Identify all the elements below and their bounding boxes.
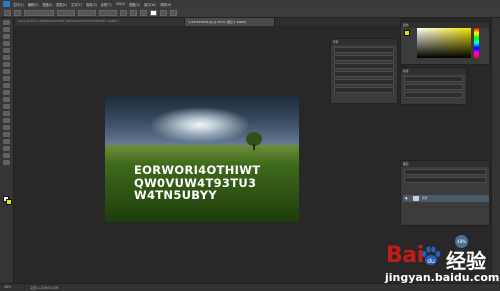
hue-slider[interactable] bbox=[474, 28, 479, 58]
maximize-icon[interactable]: □ bbox=[481, 1, 487, 18]
align-center-button[interactable] bbox=[130, 9, 137, 16]
gradient-tool-icon[interactable] bbox=[3, 97, 10, 102]
quick-select-tool-icon[interactable] bbox=[3, 41, 10, 46]
font-size-select[interactable] bbox=[78, 9, 96, 16]
document-size: 文档:1.12M/3.02M bbox=[30, 286, 59, 290]
layers-panel: 图层 ● 背景 bbox=[400, 160, 490, 226]
close-icon[interactable]: × bbox=[490, 1, 496, 18]
panel-dock-strip bbox=[491, 18, 500, 283]
menu-file[interactable]: 文件(F) bbox=[13, 2, 24, 7]
move-tool-icon[interactable] bbox=[3, 20, 10, 25]
marquee-tool-icon[interactable] bbox=[3, 27, 10, 32]
layers-panel-title[interactable]: 图层 bbox=[401, 161, 489, 167]
font-family-select[interactable] bbox=[24, 9, 54, 16]
pen-tool-icon[interactable] bbox=[3, 118, 10, 123]
layer-row-background[interactable]: ● 背景 bbox=[403, 195, 489, 202]
scale-field[interactable] bbox=[334, 71, 394, 77]
document-canvas[interactable]: EORWORI4OTHIWT QW0VUW4T93TU3 W4TN5UBYY bbox=[105, 95, 299, 222]
watermark-cn: 经验 bbox=[446, 249, 486, 273]
options-bar bbox=[0, 8, 500, 18]
text-style-buttons[interactable] bbox=[334, 79, 394, 85]
align-right-button[interactable] bbox=[140, 9, 147, 16]
character-panel-title[interactable]: 字符 bbox=[331, 39, 397, 45]
text-layer-content[interactable]: EORWORI4OTHIWT QW0VUW4T93TU3 W4TN5UBYY bbox=[134, 164, 260, 202]
character-panel: 字符 bbox=[330, 38, 398, 104]
hand-tool-icon[interactable] bbox=[3, 146, 10, 151]
warp-text-button[interactable] bbox=[160, 9, 167, 16]
ps-logo-icon bbox=[3, 1, 10, 7]
document-tabs: t2.jpg @ 48.5% (EORWORI4OTHIWT QW0VUW4T9… bbox=[15, 18, 400, 26]
font-style-select[interactable] bbox=[57, 9, 75, 16]
history-brush-tool-icon[interactable] bbox=[3, 83, 10, 88]
menu-image[interactable]: 图像(I) bbox=[43, 2, 53, 7]
font-size-field[interactable] bbox=[334, 55, 394, 61]
menu-bar: 文件(F) 编辑(E) 图像(I) 图层(L) 文字(Y) 选择(S) 滤镜(T… bbox=[0, 0, 500, 18]
paragraph-panel-title[interactable]: 段落 bbox=[401, 68, 466, 74]
paragraph-align-buttons[interactable] bbox=[404, 76, 463, 82]
minimize-icon[interactable]: – bbox=[472, 1, 478, 18]
watermark-brand: Bai bbox=[386, 243, 424, 268]
character-panel-toggle[interactable] bbox=[170, 9, 177, 16]
tab-document-2[interactable]: u=1875859930.jpg @ 48.5% (图层 1, RGB/8) bbox=[185, 18, 275, 26]
path-select-tool-icon[interactable] bbox=[3, 132, 10, 137]
photoshop-window: 文件(F) 编辑(E) 图像(I) 图层(L) 文字(Y) 选择(S) 滤镜(T… bbox=[0, 0, 500, 291]
zoom-tool-icon[interactable] bbox=[3, 153, 10, 158]
paw-logo-icon: du bbox=[421, 246, 441, 265]
orientation-toggle[interactable] bbox=[14, 9, 21, 16]
anti-alias-select[interactable] bbox=[99, 9, 117, 16]
color-panel: 颜色 bbox=[400, 21, 490, 65]
align-left-button[interactable] bbox=[120, 9, 127, 16]
layer-name: 背景 bbox=[422, 197, 428, 200]
menu-help[interactable]: 帮助(H) bbox=[160, 2, 171, 7]
zoom-level[interactable]: 48% bbox=[4, 285, 11, 289]
svg-text:du: du bbox=[427, 258, 435, 265]
menu-select[interactable]: 选择(S) bbox=[86, 2, 97, 7]
font-family-field[interactable] bbox=[334, 47, 394, 53]
blur-tool-icon[interactable] bbox=[3, 104, 10, 109]
clone-stamp-tool-icon[interactable] bbox=[3, 76, 10, 81]
crop-tool-icon[interactable] bbox=[3, 48, 10, 53]
menu-filter[interactable]: 滤镜(T) bbox=[101, 2, 112, 7]
eraser-tool-icon[interactable] bbox=[3, 90, 10, 95]
menu-view[interactable]: 视图(V) bbox=[129, 2, 140, 7]
tool-preset-picker[interactable] bbox=[4, 9, 11, 16]
language-select[interactable] bbox=[334, 87, 394, 93]
indent-field[interactable] bbox=[404, 84, 463, 90]
spacing-field[interactable] bbox=[404, 92, 463, 98]
sky-image bbox=[105, 95, 299, 147]
type-tool-icon[interactable] bbox=[3, 125, 10, 130]
lasso-tool-icon[interactable] bbox=[3, 34, 10, 39]
blend-mode-row[interactable] bbox=[404, 177, 486, 183]
shape-tool-icon[interactable] bbox=[3, 139, 10, 144]
color-picker-field[interactable] bbox=[417, 28, 471, 58]
watermark-url: jingyan.baidu.com bbox=[385, 271, 500, 284]
menu-type[interactable]: 文字(Y) bbox=[71, 2, 82, 7]
healing-brush-tool-icon[interactable] bbox=[3, 62, 10, 67]
menu-3d[interactable]: 3D(D) bbox=[116, 2, 125, 6]
edit-toolbar-icon[interactable] bbox=[3, 160, 10, 165]
tree-trunk-image bbox=[253, 144, 255, 150]
eyedropper-tool-icon[interactable] bbox=[3, 55, 10, 60]
menu-edit[interactable]: 编辑(E) bbox=[28, 2, 39, 7]
tools-panel bbox=[0, 18, 14, 283]
text-line-3: W4TN5UBYY bbox=[134, 188, 217, 202]
baidu-watermark: Bai du 经验 jingyan.baidu.com bbox=[380, 240, 499, 290]
tracking-field[interactable] bbox=[334, 63, 394, 69]
menu-layer[interactable]: 图层(L) bbox=[56, 2, 67, 7]
brush-tool-icon[interactable] bbox=[3, 69, 10, 74]
background-color-swatch[interactable] bbox=[6, 199, 12, 205]
tab-document-1[interactable]: t2.jpg @ 48.5% (EORWORI4OTHIWT QW0VUW4T9… bbox=[15, 18, 185, 26]
layer-filter-row[interactable] bbox=[404, 169, 486, 175]
text-color-swatch[interactable] bbox=[150, 9, 157, 16]
eye-icon[interactable]: ● bbox=[405, 196, 408, 200]
menu-window[interactable]: 窗口(W) bbox=[144, 2, 156, 7]
dodge-tool-icon[interactable] bbox=[3, 111, 10, 116]
text-line-1: EORWORI4OTHIWT bbox=[134, 163, 261, 177]
layer-thumbnail bbox=[413, 196, 419, 201]
paragraph-panel: 段落 bbox=[400, 67, 467, 105]
current-color-chip[interactable] bbox=[404, 30, 410, 36]
